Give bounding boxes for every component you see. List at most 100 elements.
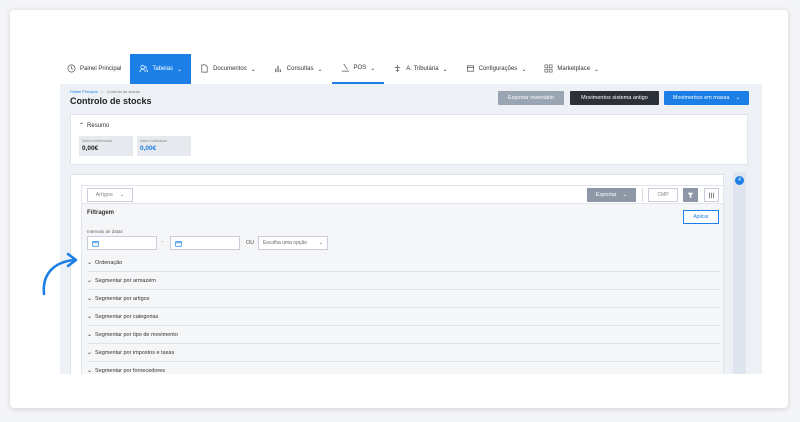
- exportar-label: Exportar: [595, 192, 617, 198]
- nav-configuracoes[interactable]: Configurações ⌄: [457, 54, 536, 84]
- nav-marketplace[interactable]: Marketplace ⌄: [535, 54, 608, 84]
- stat-label: Valor realizável: [140, 138, 168, 143]
- chevron-down-icon: ⌄: [594, 66, 600, 73]
- filter-button[interactable]: [683, 188, 698, 202]
- section-artigos[interactable]: ⌄ Segmentar por artigos: [87, 290, 720, 308]
- section-label: Segmentar por fornecedores: [95, 367, 166, 374]
- breadcrumb-home[interactable]: Painel Principal: [70, 89, 98, 94]
- nav-label: Marketplace: [557, 66, 591, 72]
- section-tipo-movimento[interactable]: ⌄ Segmentar por tipo de movimento: [87, 326, 720, 344]
- section-label: Segmentar por categorias: [95, 313, 159, 320]
- breadcrumb-separator: /: [101, 89, 103, 94]
- calendar-icon: [175, 234, 182, 252]
- section-impostos-taxas[interactable]: ⌄ Segmentar por impostos e taxas: [87, 344, 720, 362]
- exportar-button[interactable]: Exportar ⌄: [587, 188, 636, 202]
- stat-value: 0,00€: [140, 145, 157, 152]
- chevron-down-icon: ⌄: [87, 314, 93, 320]
- nav-label: Configurações: [478, 66, 518, 72]
- date-separator: -: [161, 239, 163, 245]
- calendar-icon: [92, 234, 99, 252]
- screenshot-card: Painel Principal Tabelas ⌄ Documentos ⌄ …: [10, 10, 788, 408]
- main-nav: Painel Principal Tabelas ⌄ Documentos ⌄ …: [58, 54, 608, 84]
- stat-valor-existencias: Valor existências 0,00€: [79, 136, 133, 156]
- chevron-down-icon: ⌄: [442, 66, 448, 73]
- chevron-up-icon: ⌃: [79, 123, 85, 129]
- cmp-toggle[interactable]: CMP: [648, 188, 678, 202]
- resumo-toggle[interactable]: ⌃ Resumo: [79, 122, 110, 130]
- period-select-placeholder: Escolha uma opção: [263, 240, 307, 246]
- side-scrollbar[interactable]: 4: [733, 172, 746, 374]
- bulk-movements-label: Movimentos em massa: [672, 95, 730, 101]
- nav-label: Documentos: [213, 66, 247, 72]
- chevron-down-icon: ⌄: [87, 332, 93, 338]
- stat-valor-realizavel: Valor realizável 0,00€: [137, 136, 191, 156]
- section-categorias[interactable]: ⌄ Segmentar por categorias: [87, 308, 720, 326]
- page-title: Controlo de stocks: [70, 96, 152, 106]
- chevron-down-icon: ⌄: [177, 66, 183, 73]
- scroll-badge: 4: [735, 176, 744, 185]
- apply-filters-button[interactable]: Aplicar: [683, 210, 719, 224]
- nav-label: Tabelas: [152, 66, 174, 72]
- nav-documentos[interactable]: Documentos ⌄: [191, 54, 265, 84]
- breadcrumb: Painel Principal / Controlo de stocks: [70, 89, 140, 94]
- section-label: Segmentar por armazém: [95, 277, 156, 284]
- bar-chart-icon: [274, 64, 283, 75]
- filter-icon: [687, 186, 694, 204]
- curved-arrow-icon: [42, 252, 78, 296]
- nav-tabelas[interactable]: Tabelas ⌄: [130, 54, 192, 84]
- settings-icon: [466, 64, 475, 75]
- resumo-title: Resumo: [87, 122, 110, 129]
- chevron-down-icon: ⌄: [87, 350, 93, 356]
- breadcrumb-current: Controlo de stocks: [106, 89, 140, 94]
- clock-icon: [67, 64, 76, 75]
- nav-painel-principal[interactable]: Painel Principal: [58, 54, 130, 84]
- or-label: OU: [246, 240, 255, 246]
- chevron-down-icon: ⌄: [250, 66, 256, 73]
- nav-consultas[interactable]: Consultas ⌄: [265, 54, 332, 84]
- period-select[interactable]: Escolha uma opção ⌄: [258, 236, 328, 250]
- table-toolbar: Artigos ⌄ Exportar ⌄ CMP: [81, 185, 724, 204]
- section-label: Segmentar por artigos: [95, 295, 150, 302]
- section-label: Ordenação: [95, 259, 123, 266]
- chevron-down-icon: ⌄: [87, 368, 93, 374]
- export-inventory-button[interactable]: Exportar inventário: [498, 91, 564, 105]
- stat-value: 0,00€: [82, 145, 99, 152]
- filters-panel: Filtragem Aplicar Intervalo de datas - O…: [81, 204, 724, 374]
- stat-label: Valor existências: [82, 138, 112, 143]
- chevron-down-icon: ⌄: [317, 66, 323, 73]
- nav-tributaria[interactable]: A. Tributária ⌄: [384, 54, 456, 84]
- artigos-select-label: Artigos: [95, 192, 113, 198]
- tax-icon: [393, 64, 402, 75]
- section-label: Segmentar por tipo de movimento: [95, 331, 178, 338]
- marketplace-icon: [544, 64, 553, 75]
- section-armazem[interactable]: ⌄ Segmentar por armazém: [87, 272, 720, 290]
- nav-pos[interactable]: POS ⌄: [331, 54, 385, 84]
- toolbar-divider: [642, 188, 643, 202]
- date-to-input[interactable]: [170, 236, 240, 250]
- date-from-input[interactable]: [87, 236, 157, 250]
- chevron-down-icon: ⌄: [521, 66, 527, 73]
- artigos-select[interactable]: Artigos ⌄: [87, 188, 133, 202]
- filters-title: Filtragem: [87, 210, 115, 216]
- app-content: Painel Principal / Controlo de stocks Co…: [60, 84, 762, 374]
- chevron-down-icon: ⌄: [735, 95, 741, 101]
- pos-icon: [341, 63, 350, 74]
- section-label: Segmentar por impostos e taxas: [95, 349, 175, 356]
- chevron-down-icon: ⌄: [370, 65, 376, 72]
- nav-label: POS: [353, 65, 367, 71]
- section-fornecedores[interactable]: ⌄ Segmentar por fornecedores: [87, 362, 720, 375]
- old-movements-button[interactable]: Movimentos sistema antigo: [570, 91, 659, 105]
- stock-panel: Artigos ⌄ Exportar ⌄ CMP Filtragem Aplic…: [70, 174, 724, 374]
- nav-label: Consultas: [286, 66, 314, 72]
- resumo-panel: ⌃ Resumo Valor existências 0,00€ Valor r…: [70, 114, 748, 165]
- users-icon: [139, 64, 149, 75]
- chevron-down-icon: ⌄: [318, 240, 323, 246]
- chevron-down-icon: ⌄: [622, 192, 628, 198]
- columns-icon: [708, 186, 715, 204]
- nav-label: A. Tributária: [406, 66, 439, 72]
- columns-button[interactable]: [704, 188, 719, 202]
- chevron-down-icon: ⌄: [119, 192, 125, 198]
- document-icon: [200, 64, 209, 75]
- section-ordenacao[interactable]: ⌄ Ordenação: [87, 254, 720, 272]
- bulk-movements-button[interactable]: Movimentos em massa ⌄: [664, 91, 749, 105]
